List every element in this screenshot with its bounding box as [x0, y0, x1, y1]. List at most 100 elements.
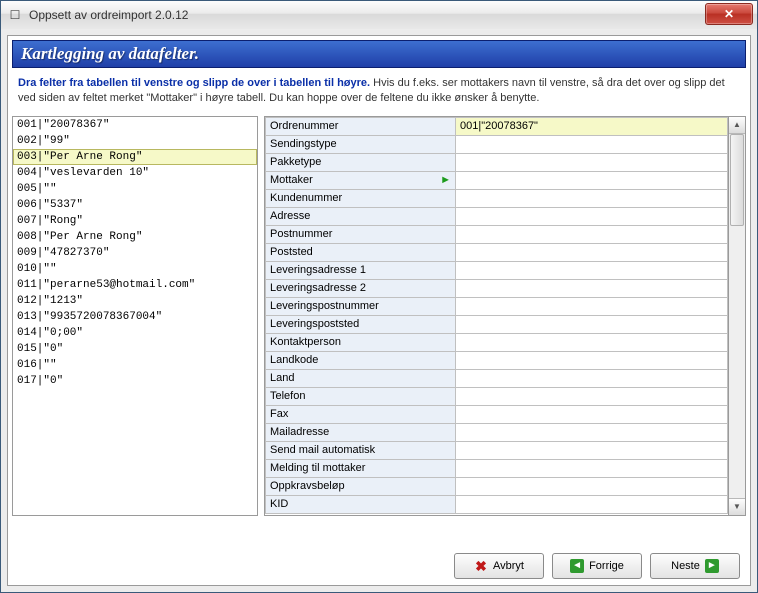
target-row[interactable]: Poststed	[266, 243, 728, 261]
wizard-panel: Kartlegging av datafelter. Dra felter fr…	[7, 35, 751, 586]
app-window: ☐ Oppsett av ordreimport 2.0.12 ✕ Kartle…	[0, 0, 758, 593]
source-fields-list[interactable]: 001|"20078367"002|"99"003|"Per Arne Rong…	[12, 116, 258, 516]
target-field-value[interactable]	[456, 423, 728, 441]
target-field-label: Kontaktperson	[266, 333, 456, 351]
source-row[interactable]: 003|"Per Arne Rong"	[13, 149, 257, 165]
target-row[interactable]: Sendingstype	[266, 135, 728, 153]
target-row[interactable]: Leveringsadresse 1	[266, 261, 728, 279]
next-icon: ►	[705, 559, 719, 573]
title-bar[interactable]: ☐ Oppsett av ordreimport 2.0.12 ✕	[1, 1, 757, 30]
app-icon: ☐	[7, 7, 23, 23]
target-row[interactable]: Pakketype	[266, 153, 728, 171]
source-row[interactable]: 017|"0"	[13, 373, 257, 389]
target-row[interactable]: Kundenummer	[266, 189, 728, 207]
target-field-value[interactable]	[456, 369, 728, 387]
source-row[interactable]: 008|"Per Arne Rong"	[13, 229, 257, 245]
target-field-label: Land	[266, 369, 456, 387]
target-field-value[interactable]	[456, 153, 728, 171]
next-label: Neste	[671, 560, 700, 572]
source-row[interactable]: 016|""	[13, 357, 257, 373]
instructions-bold: Dra felter fra tabellen til venstre og s…	[18, 77, 370, 89]
target-field-value[interactable]	[456, 405, 728, 423]
target-field-value[interactable]	[456, 171, 728, 189]
close-button[interactable]: ✕	[705, 3, 753, 25]
target-field-label: Adresse	[266, 207, 456, 225]
source-row[interactable]: 013|"9935720078367004"	[13, 309, 257, 325]
source-row[interactable]: 014|"0;00"	[13, 325, 257, 341]
target-field-value[interactable]	[456, 441, 728, 459]
target-field-value[interactable]: 001|"20078367"	[456, 117, 728, 135]
target-field-value[interactable]	[456, 225, 728, 243]
target-row[interactable]: Land	[266, 369, 728, 387]
target-field-value[interactable]	[456, 351, 728, 369]
target-field-value[interactable]	[456, 315, 728, 333]
source-row[interactable]: 011|"perarne53@hotmail.com"	[13, 277, 257, 293]
cancel-icon: ✖	[474, 559, 488, 573]
grid-scrollbar[interactable]: ▲ ▼	[729, 116, 746, 516]
target-row[interactable]: Ordrenummer001|"20078367"	[266, 117, 728, 135]
target-field-value[interactable]	[456, 243, 728, 261]
target-field-label: Fax	[266, 405, 456, 423]
target-row[interactable]: Kontaktperson	[266, 333, 728, 351]
target-row[interactable]: Landkode	[266, 351, 728, 369]
scroll-down-icon[interactable]: ▼	[729, 498, 745, 515]
target-row[interactable]: KID	[266, 495, 728, 513]
source-row[interactable]: 007|"Rong"	[13, 213, 257, 229]
target-row[interactable]: Fax	[266, 405, 728, 423]
prev-button[interactable]: ◄ Forrige	[552, 553, 642, 579]
cancel-button[interactable]: ✖ Avbryt	[454, 553, 544, 579]
target-field-value[interactable]	[456, 495, 728, 513]
target-grid-wrap: Ordrenummer001|"20078367"SendingstypePak…	[264, 116, 746, 516]
source-row[interactable]: 004|"veslevarden 10"	[13, 165, 257, 181]
scroll-thumb[interactable]	[730, 134, 744, 226]
target-row[interactable]: Oppkravsbeløp	[266, 477, 728, 495]
source-row[interactable]: 001|"20078367"	[13, 117, 257, 133]
target-field-value[interactable]	[456, 333, 728, 351]
target-row[interactable]: Leveringsadresse 2	[266, 279, 728, 297]
target-field-value[interactable]	[456, 459, 728, 477]
target-field-value[interactable]	[456, 477, 728, 495]
target-row[interactable]: Postnummer	[266, 225, 728, 243]
target-field-label: Send mail automatisk	[266, 441, 456, 459]
target-row[interactable]: Leveringspostnummer	[266, 297, 728, 315]
source-row[interactable]: 005|""	[13, 181, 257, 197]
source-row[interactable]: 009|"47827370"	[13, 245, 257, 261]
target-field-value[interactable]	[456, 207, 728, 225]
target-field-value[interactable]	[456, 297, 728, 315]
target-row[interactable]: Telefon	[266, 387, 728, 405]
cancel-label: Avbryt	[493, 560, 524, 572]
target-row[interactable]: Melding til mottaker	[266, 459, 728, 477]
drop-marker-icon: ►	[440, 174, 451, 186]
target-field-value[interactable]	[456, 261, 728, 279]
target-grid[interactable]: Ordrenummer001|"20078367"SendingstypePak…	[264, 116, 729, 516]
target-field-value[interactable]	[456, 135, 728, 153]
target-field-value[interactable]	[456, 189, 728, 207]
prev-label: Forrige	[589, 560, 624, 572]
target-field-label: Mottaker►	[266, 171, 456, 189]
source-row[interactable]: 002|"99"	[13, 133, 257, 149]
source-row[interactable]: 010|""	[13, 261, 257, 277]
target-field-value[interactable]	[456, 387, 728, 405]
target-field-label: Sendingstype	[266, 135, 456, 153]
target-row[interactable]: Leveringspoststed	[266, 315, 728, 333]
target-row[interactable]: Adresse	[266, 207, 728, 225]
scroll-track[interactable]	[729, 134, 745, 498]
mapping-area: 001|"20078367"002|"99"003|"Per Arne Rong…	[12, 116, 746, 543]
target-field-label: Mailadresse	[266, 423, 456, 441]
target-field-label: KID	[266, 495, 456, 513]
target-row[interactable]: Send mail automatisk	[266, 441, 728, 459]
target-field-label: Poststed	[266, 243, 456, 261]
next-button[interactable]: Neste ►	[650, 553, 740, 579]
source-row[interactable]: 012|"1213"	[13, 293, 257, 309]
target-row[interactable]: Mailadresse	[266, 423, 728, 441]
target-row[interactable]: Mottaker►	[266, 171, 728, 189]
target-field-label: Postnummer	[266, 225, 456, 243]
target-field-value[interactable]	[456, 279, 728, 297]
target-field-label: Melding til mottaker	[266, 459, 456, 477]
target-field-label: Leveringspostnummer	[266, 297, 456, 315]
prev-icon: ◄	[570, 559, 584, 573]
source-row[interactable]: 015|"0"	[13, 341, 257, 357]
source-row[interactable]: 006|"5337"	[13, 197, 257, 213]
instructions: Dra felter fra tabellen til venstre og s…	[12, 68, 746, 116]
scroll-up-icon[interactable]: ▲	[729, 117, 745, 134]
